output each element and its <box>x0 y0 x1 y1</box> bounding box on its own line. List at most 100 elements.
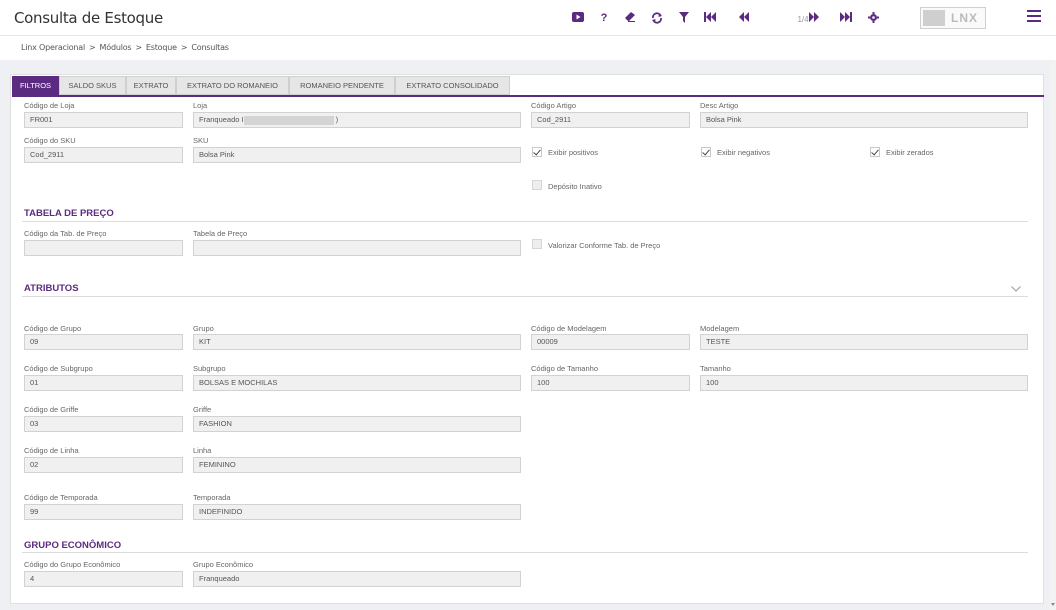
menu-icon[interactable] <box>1027 10 1041 24</box>
deposito-inativo-label: Depósito Inativo <box>548 182 602 191</box>
tab-saldo-skus[interactable]: SALDO SKUS <box>59 76 126 95</box>
section-divider <box>22 552 1028 553</box>
codigo-modelagem-label: Código de Modelagem <box>531 324 607 333</box>
grupo-input[interactable]: KIT <box>193 334 521 350</box>
valorizar-checkbox[interactable] <box>532 239 542 249</box>
section-divider <box>22 296 1028 297</box>
exibir-negativos-label: Exibir negativos <box>717 148 770 157</box>
exibir-positivos-checkbox[interactable] <box>532 147 542 157</box>
codigo-grupo-input[interactable]: 09 <box>24 334 183 350</box>
exibir-positivos-label: Exibir positivos <box>548 148 599 157</box>
tab-romaneio-pendente[interactable]: ROMANEIO PENDENTE <box>289 76 395 95</box>
tamanho-input[interactable]: 100 <box>700 375 1028 391</box>
codigo-subgrupo-input[interactable]: 01 <box>24 375 183 391</box>
breadcrumb-consultas[interactable]: Consultas <box>191 43 229 52</box>
first-page-icon[interactable] <box>701 10 719 26</box>
valorizar-label: Valorizar Conforme Tab. de Preço <box>548 241 661 250</box>
tab-underline <box>12 95 1044 97</box>
grupo-economico-label: Grupo Econômico <box>193 560 254 569</box>
codigo-sku-label: Código do SKU <box>24 136 76 145</box>
top-bar: Consulta de Estoque ? 1/4 LNX <box>0 0 1056 36</box>
filter-icon[interactable] <box>675 10 693 26</box>
help-icon[interactable]: ? <box>595 10 613 26</box>
refresh-icon[interactable] <box>648 10 666 26</box>
loja-value-prefix: Franqueado I <box>199 115 244 124</box>
codigo-grupo-label: Código de Grupo <box>24 324 82 333</box>
breadcrumb-modulos[interactable]: Módulos <box>100 43 132 52</box>
desc-artigo-label: Desc Artigo <box>700 101 739 110</box>
subgrupo-input[interactable]: BOLSAS E MOCHILAS <box>193 375 521 391</box>
modelagem-input[interactable]: TESTE <box>700 334 1028 350</box>
breadcrumb-linx-operacional[interactable]: Linx Operacional <box>21 43 85 52</box>
subgrupo-label: Subgrupo <box>193 364 226 373</box>
tamanho-label: Tamanho <box>700 364 731 373</box>
atributos-title: ATRIBUTOS <box>24 283 79 294</box>
redacted-text <box>243 115 334 125</box>
codigo-temporada-input[interactable]: 99 <box>24 504 183 520</box>
codigo-tab-preco-label: Código da Tab. de Preço <box>24 229 107 238</box>
codigo-griffe-input[interactable]: 03 <box>24 416 183 432</box>
codigo-artigo-label: Código Artigo <box>531 101 577 110</box>
deposito-inativo-checkbox[interactable] <box>532 180 542 190</box>
codigo-griffe-label: Código de Griffe <box>24 405 79 414</box>
modelagem-label: Modelagem <box>700 324 740 333</box>
codigo-grupo-economico-input[interactable]: 4 <box>24 571 183 587</box>
codigo-tamanho-input[interactable]: 100 <box>531 375 690 391</box>
scroll-down-icon[interactable] <box>1051 603 1055 606</box>
breadcrumb-separator: > <box>89 43 96 52</box>
temporada-input[interactable]: INDEFINIDO <box>193 504 521 520</box>
codigo-artigo-input[interactable]: Cod_2911 <box>531 112 690 128</box>
codigo-temporada-label: Código de Temporada <box>24 493 98 502</box>
tab-filtros[interactable]: FILTROS <box>12 76 59 95</box>
codigo-linha-label: Código de Linha <box>24 446 79 455</box>
settings-icon[interactable] <box>864 10 882 26</box>
linha-input[interactable]: FEMININO <box>193 457 521 473</box>
tab-extrato[interactable]: EXTRATO <box>126 76 176 95</box>
eraser-icon[interactable] <box>621 10 639 26</box>
exibir-zerados-checkbox[interactable] <box>870 147 880 157</box>
last-page-icon[interactable] <box>837 10 855 26</box>
scrollbar[interactable] <box>1050 60 1056 610</box>
breadcrumb-estoque[interactable]: Estoque <box>146 43 177 52</box>
tab-extrato-consolidado[interactable]: EXTRATO CONSOLIDADO <box>395 76 510 95</box>
codigo-subgrupo-label: Código de Subgrupo <box>24 364 93 373</box>
exibir-negativos-checkbox[interactable] <box>701 147 711 157</box>
desc-artigo-input[interactable]: Bolsa Pink <box>700 112 1028 128</box>
temporada-label: Temporada <box>193 493 231 502</box>
lnx-logo: LNX <box>920 7 986 29</box>
page-title: Consulta de Estoque <box>14 9 163 27</box>
tabela-preco-title: TABELA DE PREÇO <box>24 208 114 219</box>
section-divider <box>22 221 1028 222</box>
tab-extrato-do-romaneio[interactable]: EXTRATO DO ROMANEIO <box>176 76 289 95</box>
youtube-icon[interactable] <box>569 10 587 26</box>
griffe-input[interactable]: FASHION <box>193 416 521 432</box>
codigo-loja-label: Código de Loja <box>24 101 75 110</box>
grupo-economico-input[interactable]: Franqueado <box>193 571 521 587</box>
breadcrumb-separator: > <box>180 43 188 52</box>
logo-text: LNX <box>951 11 978 25</box>
sku-input[interactable]: Bolsa Pink <box>193 147 521 163</box>
codigo-modelagem-input[interactable]: 00009 <box>531 334 690 350</box>
tabela-preco-input[interactable] <box>193 240 521 256</box>
breadcrumb: Linx Operacional > Módulos > Estoque > Consult… <box>21 43 229 52</box>
chevron-down-icon[interactable] <box>1011 285 1021 295</box>
sku-label: SKU <box>193 136 209 145</box>
griffe-label: Griffe <box>193 405 212 414</box>
codigo-sku-input[interactable]: Cod_2911 <box>24 147 183 163</box>
codigo-tamanho-label: Código de Tamanho <box>531 364 598 373</box>
loja-input[interactable]: Franqueado I) <box>193 112 521 128</box>
codigo-linha-input[interactable]: 02 <box>24 457 183 473</box>
codigo-loja-input[interactable]: FR001 <box>24 112 183 128</box>
breadcrumb-separator: > <box>135 43 142 52</box>
prev-page-icon[interactable] <box>735 10 753 26</box>
codigo-grupo-economico-label: Código do Grupo Econômico <box>24 560 121 569</box>
linha-label: Linha <box>193 446 212 455</box>
loja-value-suffix: ) <box>335 115 339 124</box>
next-page-icon[interactable] <box>805 10 823 26</box>
grupo-economico-title: GRUPO ECONÔMICO <box>24 540 122 551</box>
loja-label: Loja <box>193 101 208 110</box>
tabela-preco-label: Tabela de Preço <box>193 229 248 238</box>
codigo-tab-preco-input[interactable] <box>24 240 183 256</box>
exibir-zerados-label: Exibir zerados <box>886 148 934 157</box>
grupo-label: Grupo <box>193 324 214 333</box>
